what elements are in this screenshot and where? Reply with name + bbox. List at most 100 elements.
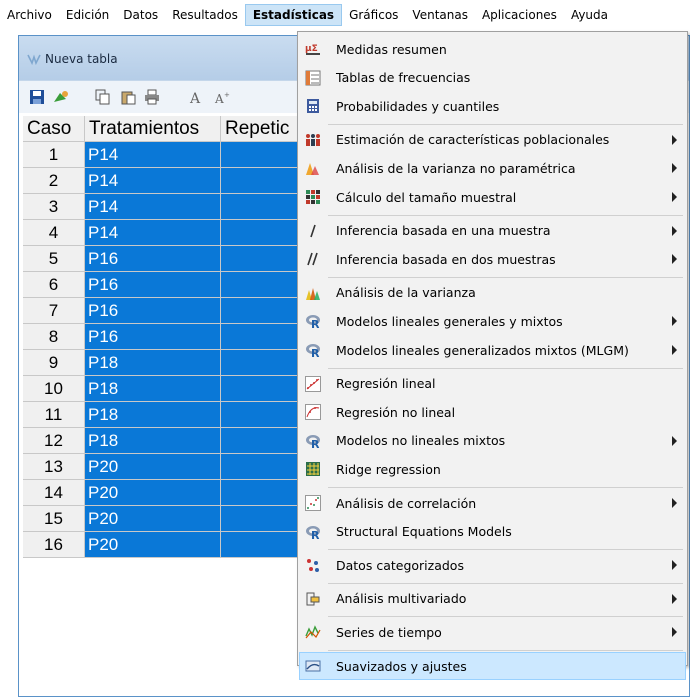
menu-item[interactable]: Series de tiempo bbox=[300, 619, 685, 645]
tratamiento-cell[interactable]: P18 bbox=[85, 376, 221, 402]
tratamiento-cell[interactable]: P16 bbox=[85, 272, 221, 298]
menu-graficos[interactable]: Gráficos bbox=[342, 4, 405, 26]
row-number-cell[interactable]: 8 bbox=[23, 324, 85, 350]
menu-item-label: Medidas resumen bbox=[336, 41, 447, 57]
tratamiento-cell[interactable]: P14 bbox=[85, 142, 221, 168]
row-number-cell[interactable]: 9 bbox=[23, 350, 85, 376]
tratamiento-cell[interactable]: P16 bbox=[85, 324, 221, 350]
menu-item[interactable]: R Modelos no lineales mixtos bbox=[300, 428, 685, 454]
tratamiento-cell[interactable]: P16 bbox=[85, 246, 221, 272]
r-icon: R bbox=[305, 524, 321, 540]
copy-icon[interactable] bbox=[94, 88, 112, 106]
menu-item[interactable]: Cálculo del tamaño muestral bbox=[300, 184, 685, 210]
tratamiento-cell[interactable]: P16 bbox=[85, 298, 221, 324]
row-number-cell[interactable]: 16 bbox=[23, 532, 85, 558]
r-icon: R bbox=[305, 342, 321, 358]
smoothing-icon bbox=[305, 658, 321, 674]
menu-item-label: Análisis de correlación bbox=[336, 495, 477, 511]
row-number-cell[interactable]: 2 bbox=[23, 168, 85, 194]
tratamiento-cell[interactable]: P18 bbox=[85, 350, 221, 376]
save-icon[interactable] bbox=[28, 88, 46, 106]
menu-archivo[interactable]: Archivo bbox=[0, 4, 59, 26]
menu-resultados[interactable]: Resultados bbox=[165, 4, 245, 26]
tratamiento-cell[interactable]: P20 bbox=[85, 506, 221, 532]
menu-item[interactable]: R Modelos lineales generales y mixtos bbox=[300, 308, 685, 334]
table-row: 1 P14 bbox=[23, 142, 341, 168]
menu-item[interactable]: Suavizados y ajustes bbox=[299, 652, 686, 680]
tratamiento-cell[interactable]: P14 bbox=[85, 168, 221, 194]
menu-separator bbox=[328, 123, 683, 125]
grid-header: Caso Tratamientos Repetic bbox=[23, 116, 341, 142]
submenu-arrow-icon bbox=[672, 316, 677, 327]
tratamiento-cell[interactable]: P18 bbox=[85, 402, 221, 428]
menu-item[interactable]: R Modelos lineales generalizados mixtos (… bbox=[300, 337, 685, 363]
open-icon[interactable] bbox=[52, 88, 70, 106]
row-number-cell[interactable]: 13 bbox=[23, 454, 85, 480]
menu-item[interactable]: Ridge regression bbox=[300, 456, 685, 482]
row-number-cell[interactable]: 4 bbox=[23, 220, 85, 246]
row-number-cell[interactable]: 7 bbox=[23, 298, 85, 324]
menu-bar: Archivo Edición Datos Resultados Estadística… bbox=[0, 0, 690, 30]
submenu-arrow-icon bbox=[672, 134, 677, 145]
menu-edicion[interactable]: Edición bbox=[59, 4, 116, 26]
menu-datos[interactable]: Datos bbox=[116, 4, 165, 26]
row-number-cell[interactable]: 15 bbox=[23, 506, 85, 532]
menu-item[interactable]: Inferencia basada en una muestra bbox=[300, 218, 685, 244]
categorical-icon bbox=[305, 557, 321, 573]
menu-item[interactable]: Datos categorizados bbox=[300, 552, 685, 578]
menu-item[interactable]: Regresión no lineal bbox=[300, 399, 685, 425]
menu-estadisticas[interactable]: Estadísticas bbox=[244, 4, 343, 26]
row-number-cell[interactable]: 5 bbox=[23, 246, 85, 272]
row-number-cell[interactable]: 12 bbox=[23, 428, 85, 454]
time-series-icon bbox=[305, 624, 321, 640]
calculator-icon bbox=[305, 98, 321, 114]
menu-item[interactable]: μΣ Medidas resumen bbox=[300, 36, 685, 62]
menu-item[interactable]: R Structural Equations Models bbox=[300, 519, 685, 545]
estadisticas-dropdown-menu: μΣ Medidas resumen Tablas de frecuencias Pr… bbox=[297, 31, 688, 680]
menu-item-label: Modelos lineales generales y mixtos bbox=[336, 313, 563, 329]
table-row: 7 P16 bbox=[23, 298, 341, 324]
menu-item[interactable]: Estimación de características poblaciona… bbox=[300, 127, 685, 153]
menu-item[interactable]: Probabilidades y cuantiles bbox=[300, 93, 685, 119]
row-number-cell[interactable]: 1 bbox=[23, 142, 85, 168]
menu-item[interactable]: Análisis de la varianza bbox=[300, 280, 685, 306]
menu-separator bbox=[328, 487, 683, 488]
paste-icon[interactable] bbox=[119, 88, 137, 106]
tratamiento-cell[interactable]: P20 bbox=[85, 480, 221, 506]
tratamiento-cell[interactable]: P20 bbox=[85, 454, 221, 480]
menu-item[interactable]: Análisis de correlación bbox=[300, 490, 685, 516]
table-row: 5 P16 bbox=[23, 246, 341, 272]
font-size-icon[interactable]: A + bbox=[213, 88, 231, 106]
tratamiento-cell[interactable]: P14 bbox=[85, 194, 221, 220]
table-row: 9 P18 bbox=[23, 350, 341, 376]
tratamiento-cell[interactable]: P20 bbox=[85, 532, 221, 558]
column-header-tratamientos[interactable]: Tratamientos bbox=[85, 116, 221, 142]
print-icon[interactable] bbox=[143, 88, 161, 106]
menu-item[interactable]: Inferencia basada en dos muestras bbox=[300, 246, 685, 272]
menu-item[interactable]: Regresión lineal bbox=[300, 371, 685, 397]
menu-ayuda[interactable]: Ayuda bbox=[564, 4, 615, 26]
row-number-cell[interactable]: 10 bbox=[23, 376, 85, 402]
menu-ventanas[interactable]: Ventanas bbox=[405, 4, 475, 26]
column-header-caso[interactable]: Caso bbox=[23, 116, 85, 142]
menu-separator bbox=[328, 616, 683, 618]
menu-aplicaciones[interactable]: Aplicaciones bbox=[475, 4, 564, 26]
tratamiento-cell[interactable]: P18 bbox=[85, 428, 221, 454]
menu-item-label: Probabilidades y cuantiles bbox=[336, 98, 500, 114]
row-number-cell[interactable]: 11 bbox=[23, 402, 85, 428]
row-number-cell[interactable]: 6 bbox=[23, 272, 85, 298]
menu-item[interactable]: Tablas de frecuencias bbox=[300, 65, 685, 91]
submenu-arrow-icon bbox=[672, 627, 677, 638]
table-row: 6 P16 bbox=[23, 272, 341, 298]
tratamiento-cell[interactable]: P14 bbox=[85, 220, 221, 246]
submenu-arrow-icon bbox=[672, 225, 677, 236]
menu-item[interactable]: Análisis de la varianza no paramétrica bbox=[300, 155, 685, 181]
table-row: 11 P18 bbox=[23, 402, 341, 428]
menu-item-label: Modelos no lineales mixtos bbox=[336, 433, 506, 449]
row-number-cell[interactable]: 3 bbox=[23, 194, 85, 220]
menu-item[interactable]: Análisis multivariado bbox=[300, 586, 685, 612]
table-row: 10 P18 bbox=[23, 376, 341, 402]
submenu-arrow-icon bbox=[672, 560, 677, 571]
row-number-cell[interactable]: 14 bbox=[23, 480, 85, 506]
font-icon[interactable]: A bbox=[187, 88, 205, 106]
